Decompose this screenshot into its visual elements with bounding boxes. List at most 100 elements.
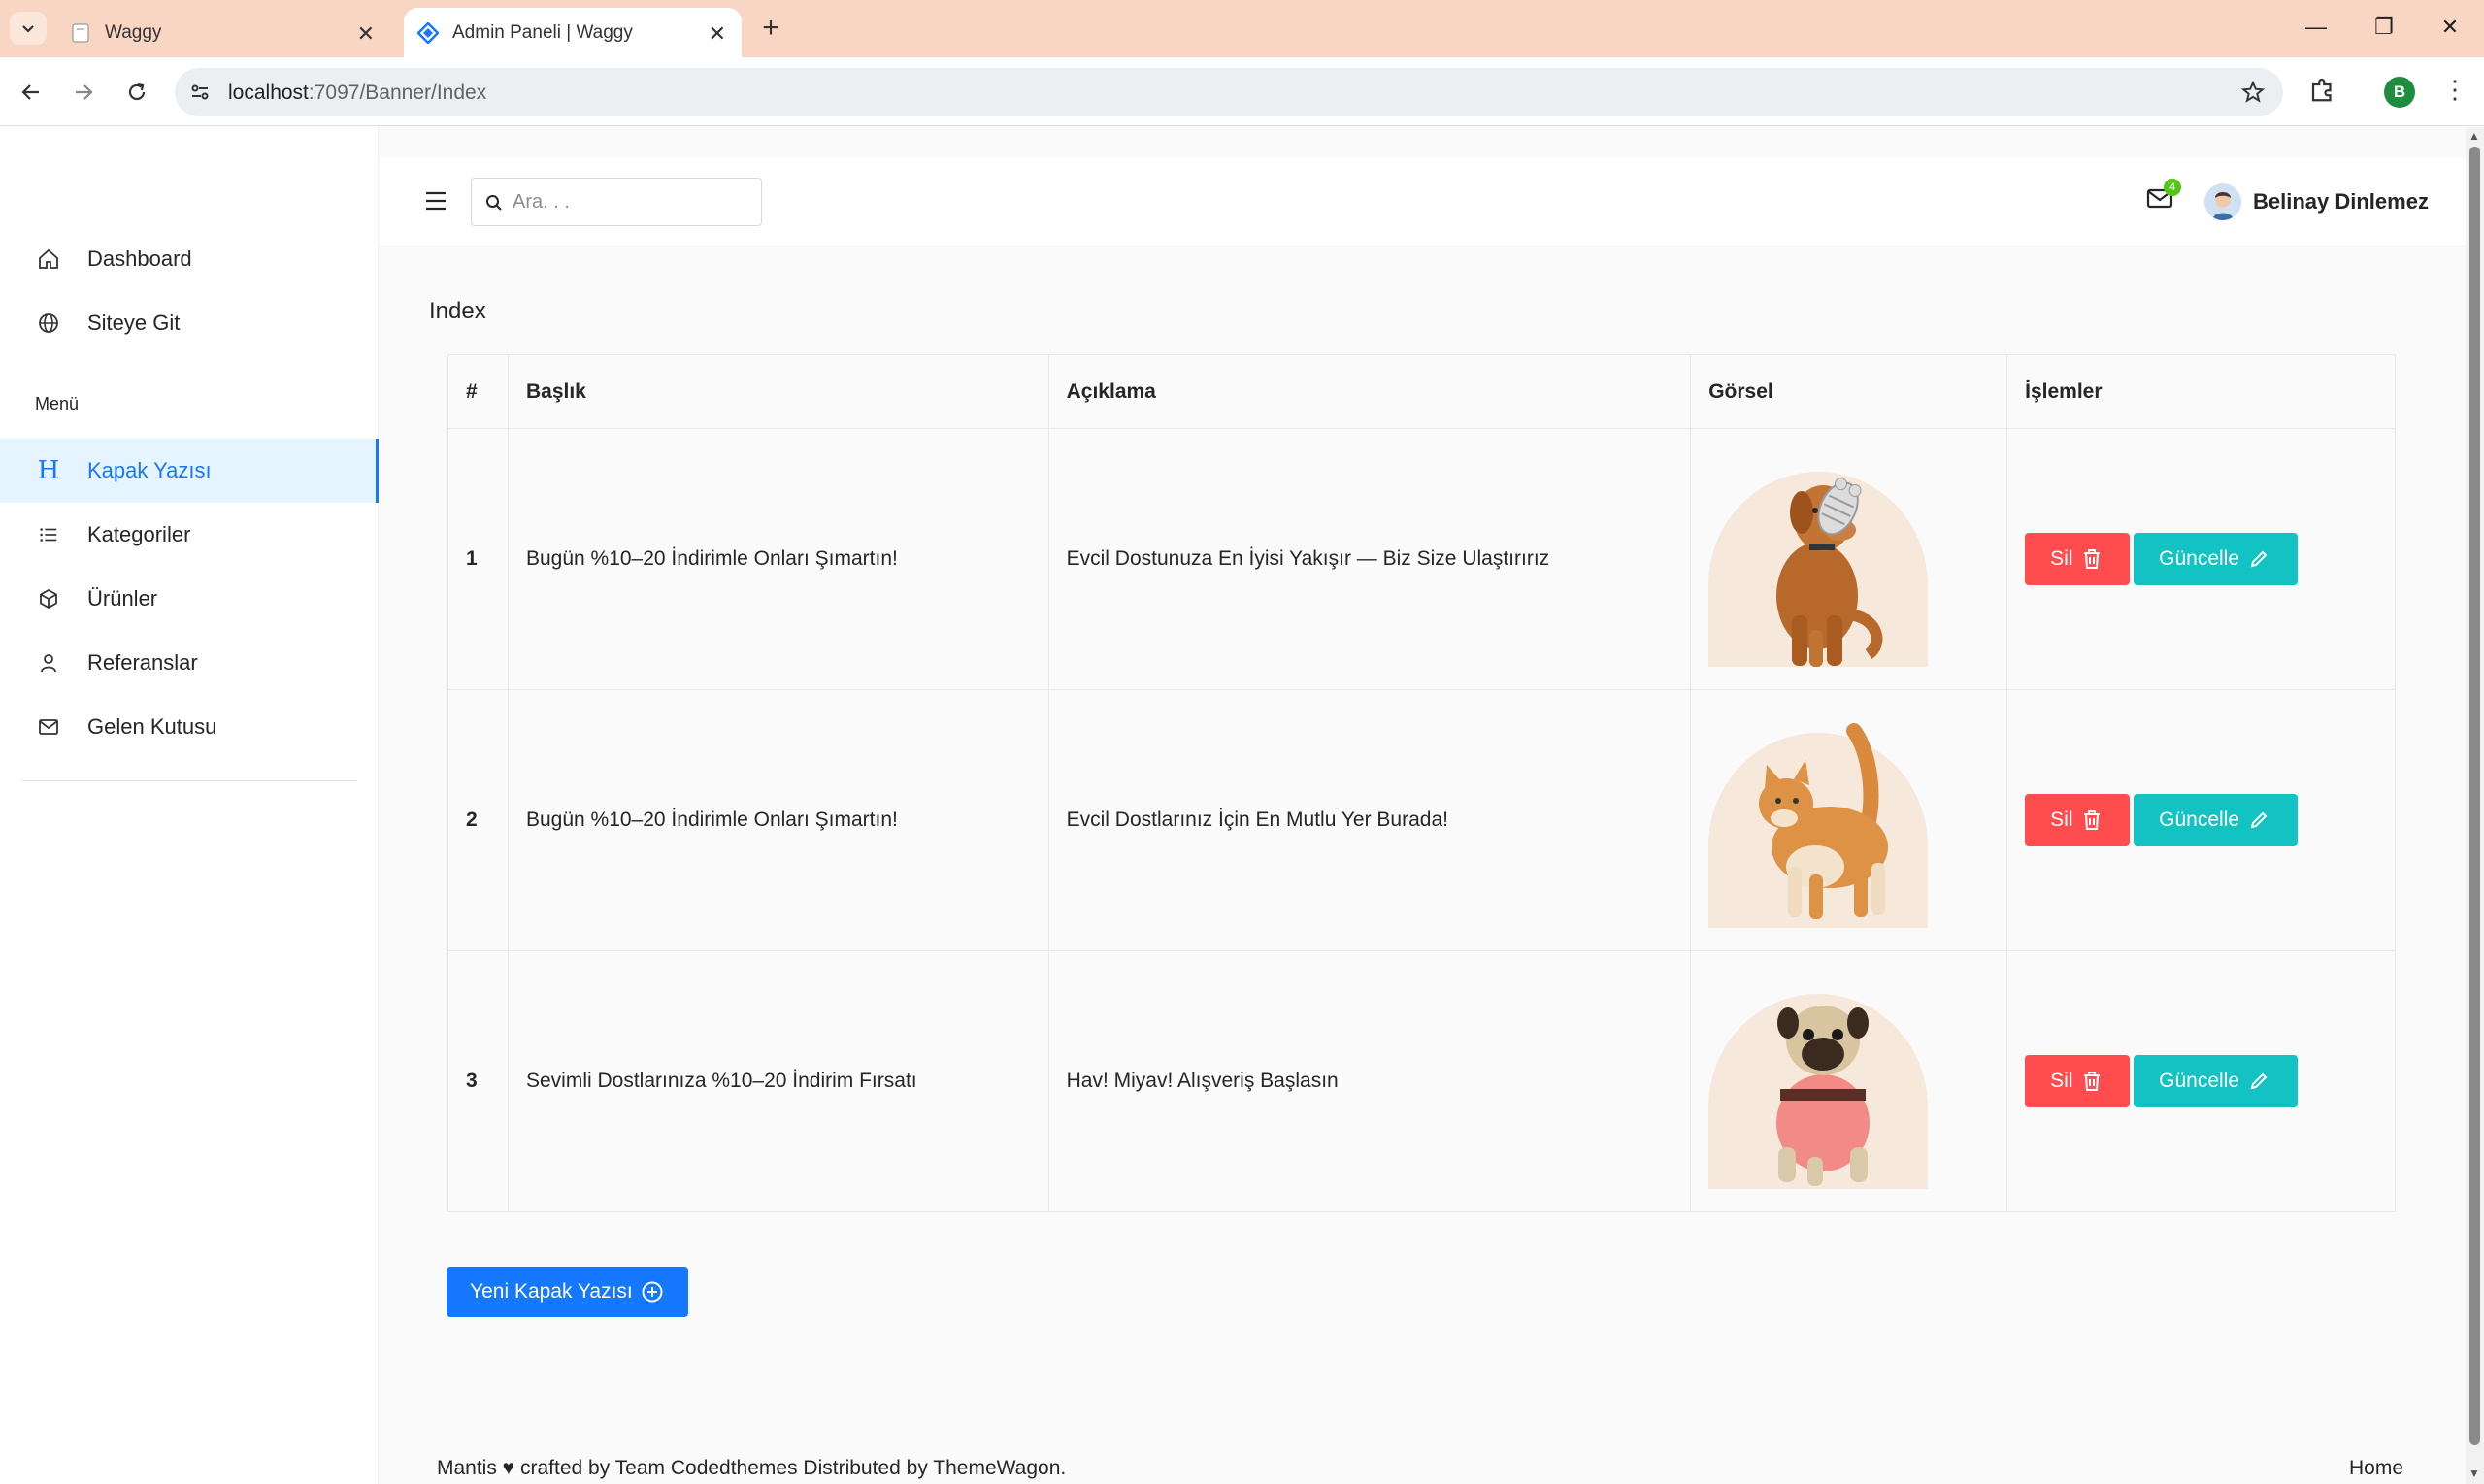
reload-button[interactable]	[117, 73, 156, 112]
cat-illustration	[1759, 722, 1889, 919]
sidebar-item-label: Siteye Git	[87, 311, 181, 335]
row-image-cell	[1690, 689, 2008, 951]
browser-tab-admin[interactable]: Admin Paneli | Waggy ✕	[404, 8, 742, 57]
sidebar-item-gelen-kutusu[interactable]: Gelen Kutusu	[0, 695, 379, 759]
new-banner-button[interactable]: Yeni Kapak Yazısı	[447, 1267, 688, 1317]
dog-illustration	[1776, 477, 1883, 667]
column-header: Başlık	[507, 354, 1049, 429]
sidebar-divider	[21, 780, 357, 781]
update-button[interactable]: Güncelle	[2134, 1055, 2299, 1107]
hamburger-menu-icon[interactable]	[424, 190, 447, 216]
browser-tab-waggy[interactable]: Waggy ✕	[60, 8, 390, 57]
restore-icon[interactable]: ❐	[2355, 10, 2413, 45]
row-title: Bugün %10–20 İndirimle Onları Şımartın!	[507, 689, 1049, 951]
arrow-right-icon	[76, 84, 93, 100]
box-icon	[35, 585, 62, 612]
tab-title: Admin Paneli | Waggy	[452, 21, 633, 43]
page-scrollbar[interactable]: ▲ ▼	[2466, 127, 2484, 1484]
minimize-icon[interactable]: —	[2287, 10, 2345, 45]
page-title: Index	[429, 298, 486, 324]
url-host: localhost	[228, 82, 309, 104]
site-info-icon[interactable]	[188, 81, 212, 109]
sidebar-caption: Menü	[35, 394, 80, 413]
row-image-cell	[1690, 428, 2008, 690]
scrollbar-thumb[interactable]	[2469, 147, 2480, 1445]
user-name[interactable]: Belinay Dinlemez	[2253, 189, 2429, 214]
row-actions: Sil Güncelle	[2006, 950, 2396, 1212]
pencil-icon	[2250, 1072, 2268, 1090]
browser-menu-icon[interactable]: ⋮	[2442, 75, 2467, 105]
footer-credit: Mantis ♥ crafted by Team Codedthemes Dis…	[437, 1457, 1067, 1479]
sidebar-item-referanslar[interactable]: Referanslar	[0, 631, 379, 695]
user-icon	[35, 649, 62, 676]
update-button[interactable]: Güncelle	[2134, 794, 2299, 846]
sidebar-item-label: Kapak Yazısı	[87, 458, 212, 482]
avatar[interactable]	[2204, 183, 2241, 220]
mail-badge: 4	[2164, 179, 2181, 196]
mail-icon	[35, 713, 62, 741]
column-header: #	[447, 354, 509, 429]
extensions-icon[interactable]	[2308, 75, 2337, 109]
forward-button[interactable]	[64, 73, 103, 112]
column-header: Görsel	[1690, 354, 2008, 429]
trash-icon	[2084, 810, 2101, 830]
pencil-icon	[2250, 550, 2268, 568]
table-row: 3 Sevimli Dostlarınıza %10–20 İndirim Fı…	[447, 950, 2396, 1212]
sidebar-item-dashboard[interactable]: Dashboard	[0, 227, 379, 291]
reload-icon	[128, 82, 146, 101]
column-header: Açıklama	[1047, 354, 1692, 429]
globe-icon	[35, 310, 62, 337]
scroll-up-icon[interactable]: ▲	[2468, 129, 2480, 143]
table-header-row: # Başlık Açıklama Görsel İşlemler	[447, 354, 2396, 429]
url-text: localhost:7097/Banner/Index	[228, 82, 486, 105]
sidebar-item-urunler[interactable]: Ürünler	[0, 567, 379, 631]
sidebar: Dashboard Siteye Git Menü H Kapak Yazısı…	[0, 127, 379, 1484]
mail-notification-button[interactable]: 4	[2146, 179, 2181, 214]
search-input[interactable]	[513, 188, 745, 215]
table-row: 2 Bugün %10–20 İndirimle Onları Şımartın…	[447, 689, 2396, 951]
sidebar-item-label: Ürünler	[87, 586, 158, 610]
sidebar-item-siteye-git[interactable]: Siteye Git	[0, 291, 379, 355]
close-tab-icon[interactable]: ✕	[709, 21, 726, 47]
sidebar-item-label: Dashboard	[87, 247, 192, 271]
browser-toolbar: localhost:7097/Banner/Index B ⋮	[0, 57, 2484, 126]
window-close-icon[interactable]: ✕	[2421, 10, 2479, 45]
tab-title: Waggy	[105, 21, 162, 43]
footer-home-link[interactable]: Home	[2349, 1457, 2403, 1480]
heading-icon: H	[37, 456, 60, 485]
update-button[interactable]: Güncelle	[2134, 533, 2299, 585]
url-path: :7097/Banner/Index	[308, 82, 487, 104]
sidebar-item-label: Gelen Kutusu	[87, 714, 217, 739]
home-icon	[35, 246, 62, 273]
table-row: 1 Bugün %10–20 İndirimle Onları Şımartın…	[447, 428, 2396, 690]
profile-avatar[interactable]: B	[2384, 77, 2415, 108]
update-label: Güncelle	[2159, 808, 2240, 831]
row-number: 3	[447, 950, 509, 1212]
pencil-icon	[2250, 811, 2268, 829]
row-description: Evcil Dostunuza En İyisi Yakışır — Biz S…	[1047, 428, 1692, 690]
search-box	[471, 178, 762, 226]
delete-label: Sil	[2050, 547, 2073, 570]
plus-circle-icon	[642, 1281, 663, 1303]
back-button[interactable]	[12, 73, 50, 112]
update-label: Güncelle	[2159, 1070, 2240, 1092]
delete-button[interactable]: Sil	[2025, 794, 2131, 846]
new-tab-button[interactable]: +	[753, 12, 788, 47]
delete-label: Sil	[2050, 808, 2073, 831]
new-banner-label: Yeni Kapak Yazısı	[470, 1280, 633, 1303]
row-description: Evcil Dostlarınız İçin En Mutlu Yer Bura…	[1047, 689, 1692, 951]
sidebar-item-kategoriler[interactable]: Kategoriler	[0, 503, 379, 567]
row-title: Sevimli Dostlarınıza %10–20 İndirim Fırs…	[507, 950, 1049, 1212]
sidebar-item-kapak-yazisi[interactable]: H Kapak Yazısı	[0, 439, 379, 503]
scroll-down-icon[interactable]: ▼	[2468, 1467, 2480, 1480]
delete-button[interactable]: Sil	[2025, 533, 2131, 585]
chevron-down-icon	[22, 25, 34, 33]
close-tab-icon[interactable]: ✕	[357, 21, 375, 47]
bookmark-star-icon[interactable]	[2240, 80, 2266, 110]
row-image-cell	[1690, 950, 2008, 1212]
row-title: Bugün %10–20 İndirimle Onları Şımartın!	[507, 428, 1049, 690]
row-number: 2	[447, 689, 509, 951]
address-bar[interactable]: localhost:7097/Banner/Index	[175, 68, 2283, 116]
tab-search-button[interactable]	[10, 12, 47, 45]
delete-button[interactable]: Sil	[2025, 1055, 2131, 1107]
